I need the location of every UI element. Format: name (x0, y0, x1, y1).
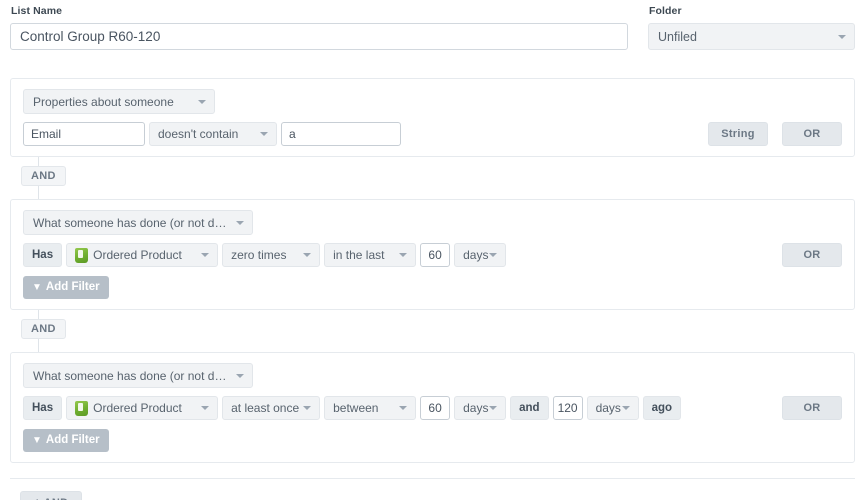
times-select[interactable]: zero times (222, 243, 321, 267)
group-3-type-value: What someone has done (or not d… (33, 369, 227, 383)
add-filter-label: Add Filter (45, 281, 100, 293)
folder-select-value: Unfiled (658, 30, 697, 44)
has-badge: Has (23, 396, 63, 420)
group-3-add-filter-button[interactable]: ▼ Add Filter (23, 429, 109, 452)
unit-value-two: days (595, 401, 621, 415)
value-input[interactable]: a (281, 122, 401, 146)
timeframe-value: in the last (333, 248, 385, 262)
operator-value: doesn't contain (158, 127, 239, 141)
shopify-bag-icon (75, 400, 89, 416)
group-1-condition-row: Email doesn't contain a String OR (23, 122, 842, 146)
datatype-value: String (721, 128, 755, 140)
group-3-condition-row: Has Ordered Product at least once betwee… (23, 396, 842, 420)
timeframe-select[interactable]: in the last (324, 243, 417, 267)
group-3-header: What someone has done (or not d… (23, 363, 842, 388)
number-input-two[interactable]: 120 (552, 396, 583, 420)
chevron-down-icon (236, 220, 245, 225)
metric-value: Ordered Product (93, 401, 182, 415)
filter-groups: Properties about someone Email doesn't c… (10, 78, 855, 463)
group-2-add-filter-button[interactable]: ▼ Add Filter (23, 276, 109, 299)
group-2-type-value: What someone has done (or not d… (33, 216, 227, 230)
chevron-down-icon (260, 132, 268, 136)
filter-group-1: Properties about someone Email doesn't c… (10, 78, 855, 157)
list-builder-page: List Name Control Group R60-120 Folder U… (0, 0, 865, 500)
footer-divider (10, 478, 855, 479)
chevron-down-icon (201, 406, 210, 410)
times-value: zero times (231, 248, 287, 262)
timeframe-value: between (333, 401, 379, 415)
add-and-group-button[interactable]: + AND (20, 491, 83, 500)
datatype-select[interactable]: String (708, 122, 768, 146)
group-2-type-select[interactable]: What someone has done (or not d… (23, 210, 254, 235)
group-1-type-value: Properties about someone (33, 95, 174, 109)
ago-badge: ago (642, 396, 682, 420)
unit-value-one: days (463, 401, 489, 415)
connector-1: AND (10, 157, 855, 199)
chevron-down-icon (399, 406, 408, 410)
timeframe-select[interactable]: between (324, 396, 417, 420)
chevron-down-icon (201, 253, 210, 257)
list-name-input[interactable]: Control Group R60-120 (10, 23, 628, 50)
group-2-or-button[interactable]: OR (782, 243, 842, 267)
and-badge-1[interactable]: AND (21, 166, 66, 186)
add-filter-label: Add Filter (45, 434, 100, 446)
operator-select[interactable]: doesn't contain (149, 122, 277, 146)
group-1-or-button[interactable]: OR (782, 122, 842, 146)
group-1-header: Properties about someone (23, 89, 842, 114)
chevron-down-icon (303, 253, 312, 257)
group-2-header: What someone has done (or not d… (23, 210, 842, 235)
group-1-type-select[interactable]: Properties about someone (23, 89, 215, 114)
chevron-down-icon (838, 34, 846, 39)
chevron-down-icon (489, 253, 498, 257)
times-select[interactable]: at least once (222, 396, 321, 420)
folder-field-group: Folder Unfiled (648, 5, 855, 50)
group-2-condition-row: Has Ordered Product zero times in the la… (23, 243, 842, 267)
chevron-down-icon (399, 253, 408, 257)
chevron-down-icon (236, 373, 245, 378)
list-name-field-group: List Name Control Group R60-120 (10, 5, 628, 50)
unit-select-one[interactable]: days (454, 243, 507, 267)
chevron-down-icon (621, 406, 630, 410)
folder-label: Folder (649, 5, 682, 17)
chevron-down-icon (489, 406, 498, 410)
times-value: at least once (231, 401, 300, 415)
shopify-bag-icon (75, 247, 89, 263)
unit-select-two[interactable]: days (586, 396, 639, 420)
folder-select[interactable]: Unfiled (648, 23, 855, 50)
filter-group-2: What someone has done (or not d… Has Ord… (10, 199, 855, 310)
funnel-icon: ▼ (32, 435, 42, 446)
group-3-type-select[interactable]: What someone has done (or not d… (23, 363, 254, 388)
list-name-label: List Name (11, 5, 63, 17)
filter-group-3: What someone has done (or not d… Has Ord… (10, 352, 855, 463)
number-input-one[interactable]: 60 (420, 243, 451, 267)
unit-value-one: days (463, 248, 489, 262)
unit-select-one[interactable]: days (454, 396, 507, 420)
connector-2: AND (10, 310, 855, 352)
metric-select[interactable]: Ordered Product (66, 243, 219, 267)
has-badge: Has (23, 243, 63, 267)
number-input-one[interactable]: 60 (420, 396, 451, 420)
chevron-down-icon (198, 99, 206, 104)
list-header: List Name Control Group R60-120 Folder U… (10, 0, 855, 50)
and-badge-inline: and (510, 396, 549, 420)
funnel-icon: ▼ (32, 282, 42, 293)
group-3-or-button[interactable]: OR (782, 396, 842, 420)
property-input[interactable]: Email (23, 122, 145, 146)
and-badge-2[interactable]: AND (21, 319, 66, 339)
metric-select[interactable]: Ordered Product (66, 396, 219, 420)
metric-value: Ordered Product (93, 248, 182, 262)
chevron-down-icon (303, 406, 312, 410)
